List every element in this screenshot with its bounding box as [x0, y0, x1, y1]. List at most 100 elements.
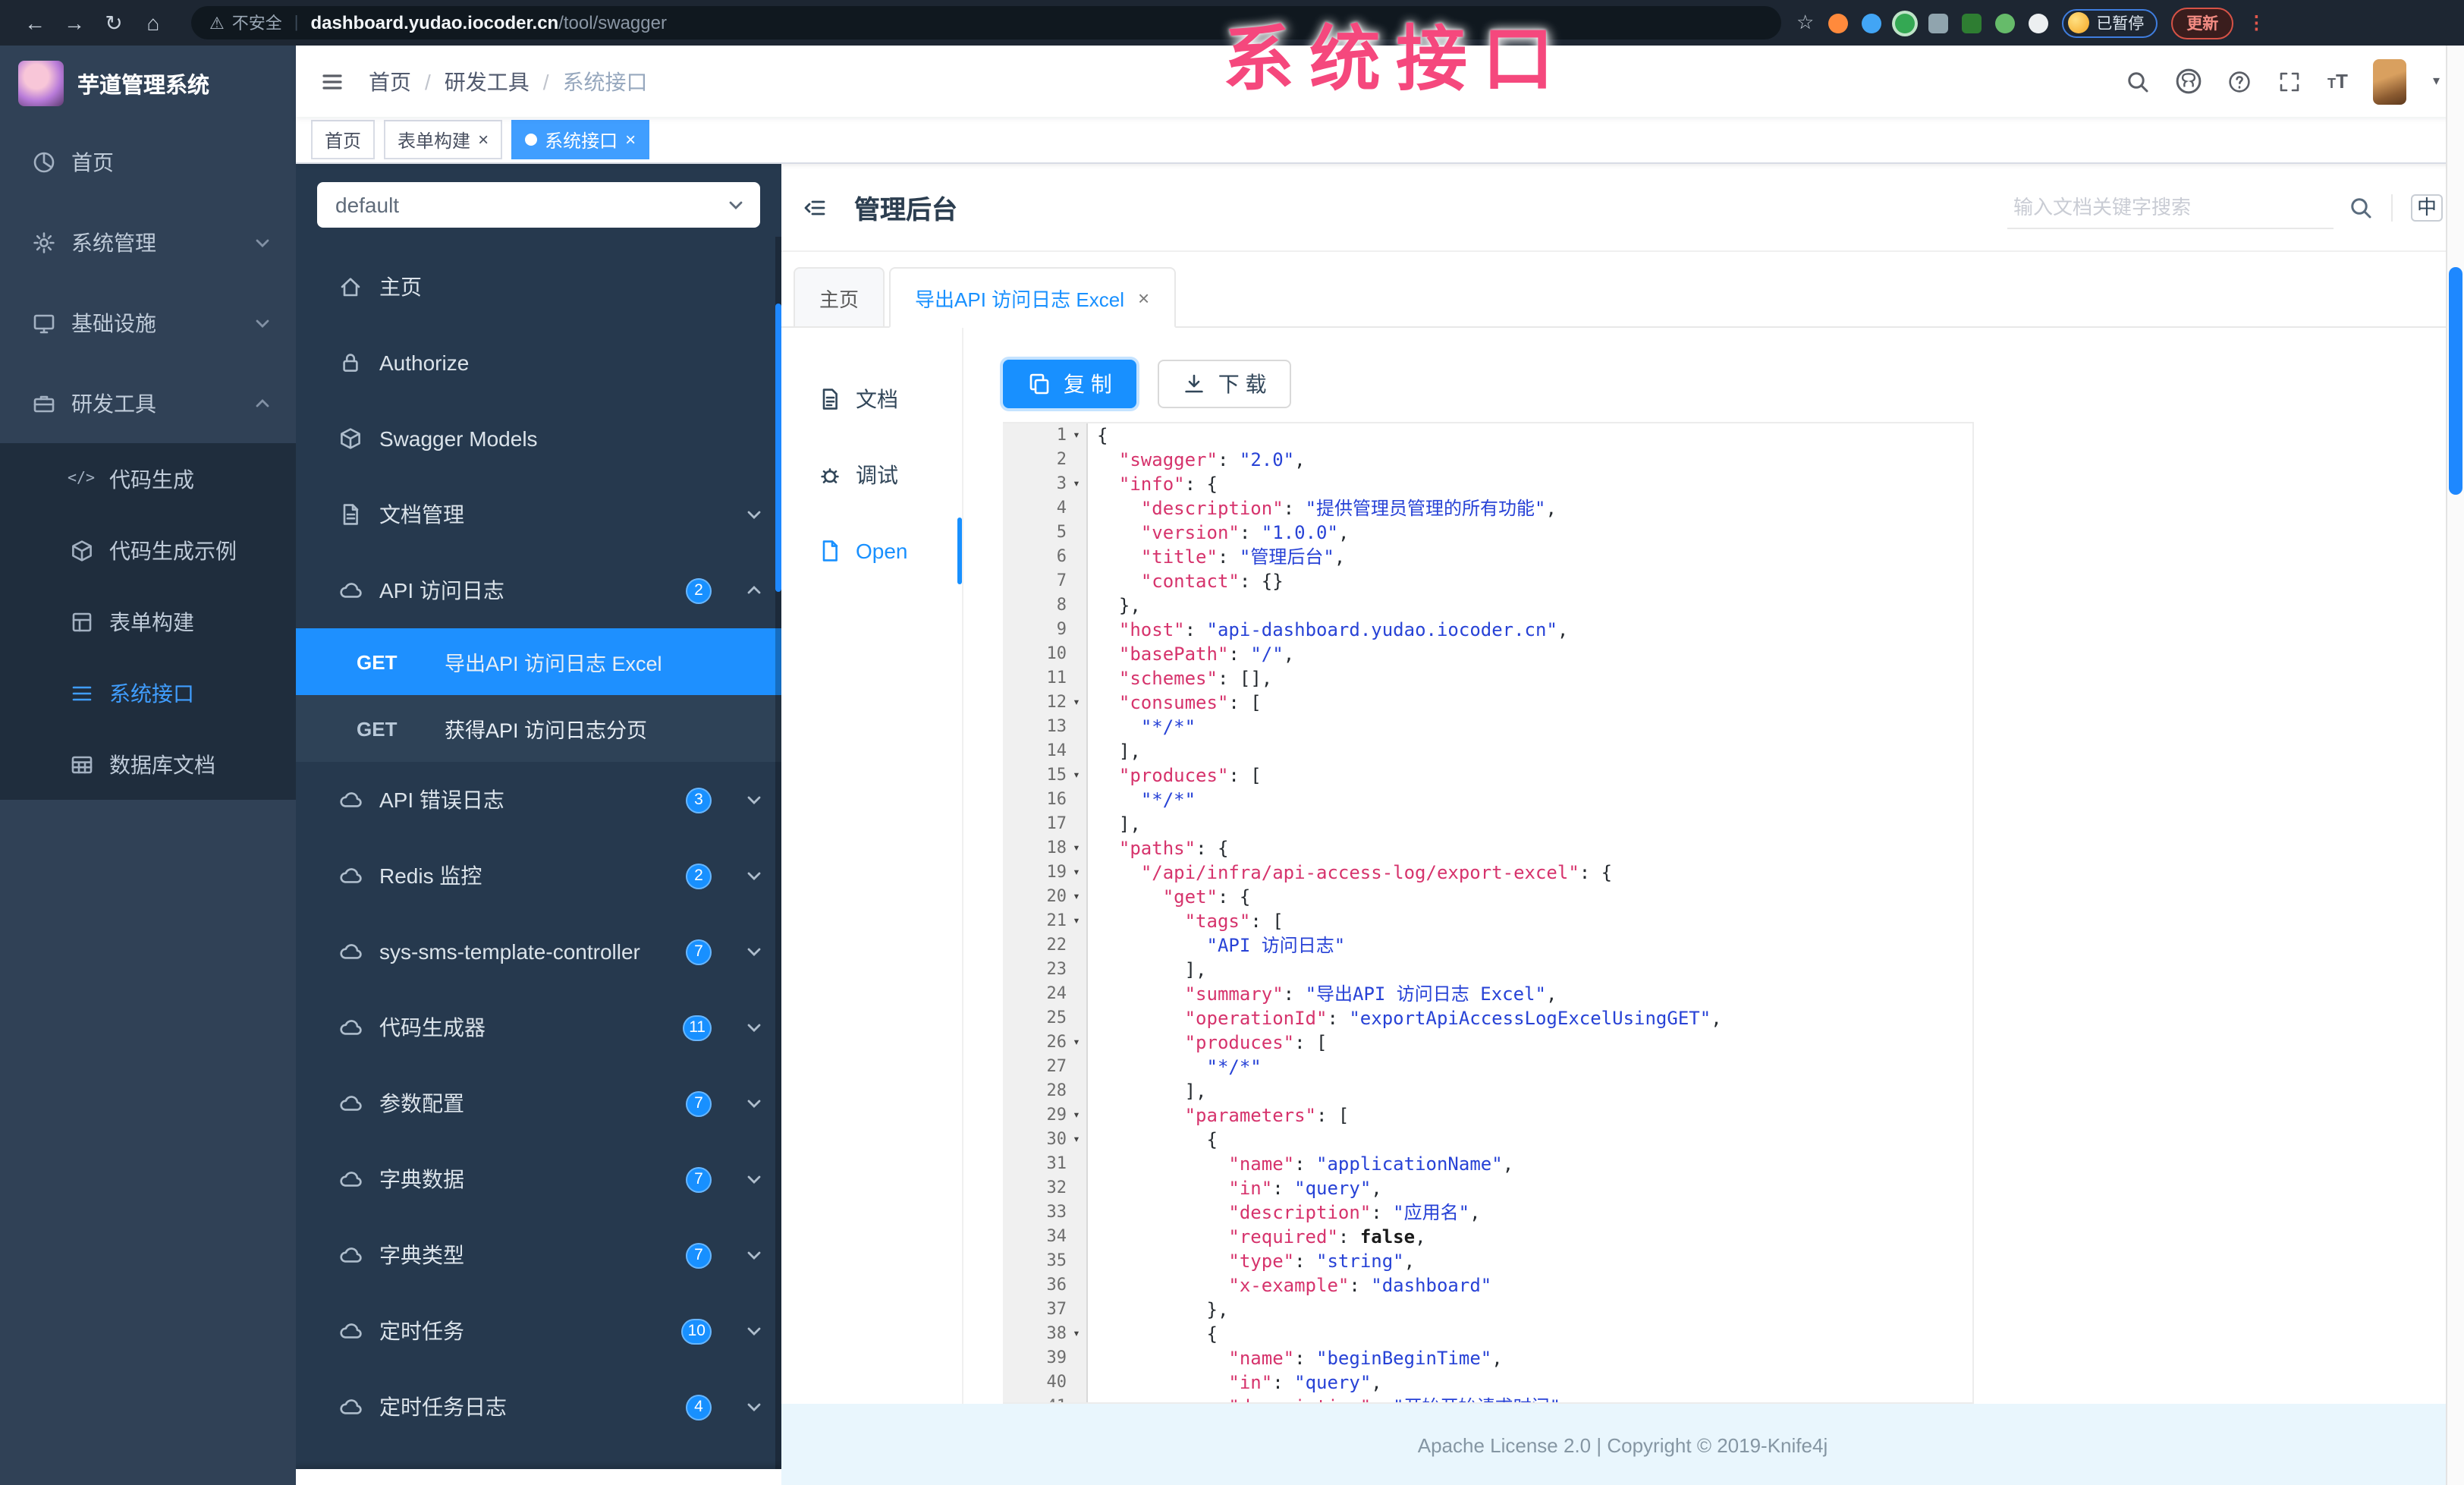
fold-icon[interactable]: ▾	[1067, 909, 1086, 933]
browser-toolbar: ← → ↻ ⌂ ⚠ 不安全 | dashboard.yudao.iocoder.…	[0, 0, 2464, 46]
knife4j-item-sys-sms-template-controller[interactable]: sys-sms-template-controller 7	[296, 914, 781, 989]
sidebar-item-研发工具[interactable]: 研发工具	[0, 363, 296, 443]
extension-icon-1[interactable]	[1828, 13, 1848, 33]
doc-nav-Open[interactable]: Open	[781, 513, 962, 589]
knife4j-item-Swagger Models[interactable]: Swagger Models	[296, 401, 781, 477]
breadcrumb-item[interactable]: 首页	[369, 66, 411, 96]
sidebar-item-系统管理[interactable]: 系统管理	[0, 202, 296, 282]
sidebar-item-基础设施[interactable]: 基础设施	[0, 282, 296, 363]
knife4j-item-主页[interactable]: 主页	[296, 249, 781, 325]
header-search-icon[interactable]	[2126, 69, 2150, 93]
sidebar-item-系统接口[interactable]: 系统接口	[0, 657, 296, 728]
knife4j-item-文档管理[interactable]: 文档管理	[296, 477, 781, 552]
extension-icon-5[interactable]	[1961, 13, 1982, 33]
knife4j-item-代码生成器[interactable]: 代码生成器 11	[296, 989, 781, 1065]
doc-tab-主页[interactable]: 主页	[794, 267, 885, 328]
sidebar-item-首页[interactable]: 首页	[0, 121, 296, 202]
hamburger-icon[interactable]	[320, 69, 344, 93]
cloud-icon	[337, 1167, 363, 1191]
page-scrollbar-thumb[interactable]	[2449, 267, 2462, 495]
extension-icon-3[interactable]	[1894, 13, 1915, 33]
fold-icon[interactable]: ▾	[1067, 1103, 1086, 1128]
fullscreen-icon[interactable]	[2277, 69, 2302, 93]
fold-icon[interactable]: ▾	[1067, 691, 1086, 715]
paused-extension-badge[interactable]: 已暂停	[2061, 8, 2158, 37]
copy-button[interactable]: 复 制	[1003, 360, 1136, 408]
knife4j-item-参数配置[interactable]: 参数配置 7	[296, 1065, 781, 1141]
line-number: 3	[1056, 474, 1067, 493]
json-editor[interactable]: 1 ▾ 2 3 ▾ 4 5 6 7 8 9 10 11 12 ▾ 13 14 15 ▾ 16 17 18 ▾ 19 ▾ 20 ▾ 21…	[1003, 422, 1974, 1404]
extension-icon-7[interactable]	[2028, 13, 2048, 33]
knife4j-item-定时任务[interactable]: 定时任务 10	[296, 1293, 781, 1369]
download-button[interactable]: 下 载	[1157, 360, 1291, 408]
code-line: ],	[1097, 959, 1207, 980]
knife4j-item-字典类型[interactable]: 字典类型 7	[296, 1217, 781, 1293]
language-toggle[interactable]: 中	[2410, 193, 2443, 221]
sidebar-item-数据库文档[interactable]: 数据库文档	[0, 728, 296, 800]
bookmark-star-icon[interactable]: ☆	[1796, 11, 1814, 35]
tab-系统接口[interactable]: 系统接口 ×	[511, 120, 650, 159]
fold-icon[interactable]: ▾	[1067, 1030, 1086, 1055]
fold-icon[interactable]: ▾	[1067, 1322, 1086, 1346]
sidebar-item-label: 首页	[71, 149, 114, 174]
user-avatar[interactable]	[2373, 58, 2407, 104]
fold-icon[interactable]: ▾	[1067, 1128, 1086, 1152]
browser-back-icon[interactable]: ←	[15, 11, 55, 35]
help-icon[interactable]	[2227, 69, 2252, 93]
browser-reload-icon[interactable]: ↻	[94, 10, 134, 36]
extension-icon-4[interactable]	[1928, 13, 1948, 33]
tag-close-icon[interactable]: ×	[625, 131, 636, 149]
knife4j-item-Redis 监控[interactable]: Redis 监控 2	[296, 838, 781, 914]
tab-首页[interactable]: 首页	[311, 120, 376, 159]
code-line: },	[1097, 595, 1141, 616]
knife4j-item-API 访问日志[interactable]: API 访问日志 2	[296, 552, 781, 628]
knife4j-item-字典数据[interactable]: 字典数据 7	[296, 1141, 781, 1217]
doc-nav-调试[interactable]: 调试	[781, 437, 962, 513]
line-number: 38	[1046, 1323, 1067, 1343]
fold-icon[interactable]: ▾	[1067, 472, 1086, 496]
extension-icon-2[interactable]	[1861, 13, 1881, 33]
doc-tab-导出API 访问日志 Excel[interactable]: 导出API 访问日志 Excel ×	[889, 267, 1176, 328]
browser-home-icon[interactable]: ⌂	[134, 11, 173, 35]
logo-avatar	[18, 61, 64, 106]
fold-icon[interactable]: ▾	[1067, 763, 1086, 788]
api-group-select[interactable]: default	[317, 182, 760, 228]
fold-icon[interactable]: ▾	[1067, 423, 1086, 448]
github-icon[interactable]	[2176, 68, 2202, 94]
update-button[interactable]: 更新	[2171, 7, 2234, 39]
address-bar[interactable]: ⚠ 不安全 | dashboard.yudao.iocoder.cn /tool…	[191, 6, 1781, 39]
tab-表单构建[interactable]: 表单构建 ×	[384, 120, 503, 159]
doc-tab-close-icon[interactable]: ×	[1138, 286, 1149, 309]
doc-search-input[interactable]	[2007, 186, 2334, 228]
fold-icon[interactable]: ▾	[1067, 885, 1086, 909]
endpoint-导出API 访问日志 Excel[interactable]: GET 导出API 访问日志 Excel	[296, 628, 781, 695]
extension-icon-6[interactable]	[1994, 13, 2015, 33]
browser-menu-icon[interactable]: ⋮	[2247, 12, 2265, 33]
endpoint-获得API 访问日志分页[interactable]: GET 获得API 访问日志分页	[296, 695, 781, 762]
knife4j-item-定时任务日志[interactable]: 定时任务日志 4	[296, 1369, 781, 1445]
knife4j-item-Authorize[interactable]: Authorize	[296, 325, 781, 401]
browser-forward-icon[interactable]: →	[55, 11, 94, 35]
endpoint-label: 导出API 访问日志 Excel	[445, 653, 662, 675]
doc-search-icon[interactable]	[2349, 195, 2373, 219]
fold-icon[interactable]: ▾	[1067, 860, 1086, 885]
font-size-icon[interactable]: TT	[2327, 70, 2348, 93]
home-icon	[337, 275, 363, 299]
line-number: 30	[1046, 1129, 1067, 1149]
sidebar-item-代码生成示例[interactable]: 代码生成示例	[0, 514, 296, 586]
breadcrumb-item[interactable]: 研发工具	[445, 66, 530, 96]
tag-close-icon[interactable]: ×	[478, 131, 489, 149]
gutter-line: 2	[1003, 448, 1086, 472]
page-scrollbar[interactable]	[2446, 46, 2464, 1485]
knife4j-scroll-thumb[interactable]	[775, 304, 781, 592]
fold-icon[interactable]: ▾	[1067, 836, 1086, 860]
knife4j-item-API 错误日志[interactable]: API 错误日志 3	[296, 762, 781, 838]
sidebar-item-代码生成[interactable]: </> 代码生成	[0, 443, 296, 514]
user-caret-icon[interactable]: ▾	[2433, 73, 2440, 90]
doc-content: 复 制 下 载 1 ▾ 2 3 ▾ 4 5 6 7 8 9 10 11 12 ▾ 13 14 15 ▾ 16 17 18 ▾…	[963, 328, 2464, 1404]
doc-nav-文档[interactable]: 文档	[781, 361, 962, 437]
menu-fold-icon[interactable]	[803, 195, 827, 219]
sidebar-item-表单构建[interactable]: 表单构建	[0, 586, 296, 657]
form-icon	[68, 609, 94, 634]
editor-gutter: 1 ▾ 2 3 ▾ 4 5 6 7 8 9 10 11 12 ▾ 13 14 15 ▾ 16 17 18 ▾ 19 ▾ 20 ▾ 21…	[1003, 423, 1088, 1402]
